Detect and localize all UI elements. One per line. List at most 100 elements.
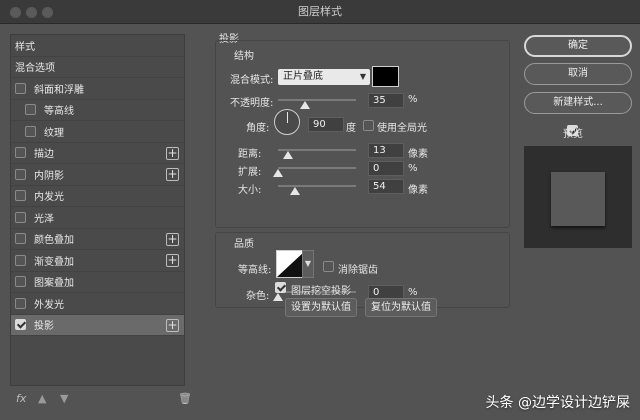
watermark-text: 头条 @边学设计边铲屎 [485, 395, 630, 411]
blend-mode-label: 混合模式: [230, 75, 274, 86]
blend-mode-value: 正片叠底 [283, 71, 323, 82]
angle-label: 角度: [246, 123, 270, 134]
set-default-button[interactable]: 设置为默认值 [285, 298, 357, 317]
style-item[interactable]: 内发光 [11, 186, 184, 207]
title-bar: 图层样式 [0, 0, 640, 24]
style-item[interactable]: 投影 + [11, 314, 184, 336]
style-item-checkbox[interactable] [15, 147, 26, 159]
style-item[interactable]: 等高线 [11, 100, 184, 121]
distance-unit: 像素 [408, 149, 428, 160]
new-style-button[interactable]: 新建样式... [524, 92, 632, 114]
global-light-label: 使用全局光 [377, 123, 427, 134]
size-input[interactable]: 54 [368, 179, 404, 194]
style-item-label: 样式 [15, 41, 35, 53]
quality-title: 品质 [234, 239, 254, 250]
size-label: 大小: [238, 185, 262, 196]
styles-list: 样式 混合选项 斜面和浮雕 等高线 纹理 描边 + 内阴影 + 内发光 光泽 颜色叠加 + 渐变叠加 + 图案… [10, 34, 185, 386]
add-effect-icon[interactable]: + [166, 232, 179, 246]
spread-slider-track[interactable] [278, 167, 356, 169]
minimize-window-button[interactable] [26, 7, 37, 18]
arrow-down-icon[interactable]: ▼ [60, 392, 68, 405]
style-item-label: 等高线 [44, 106, 74, 118]
style-item-checkbox[interactable] [25, 125, 36, 137]
style-item-checkbox[interactable] [15, 211, 26, 223]
zoom-window-button[interactable] [42, 7, 53, 18]
chevron-down-icon: ▼ [359, 72, 366, 81]
arrow-up-icon[interactable]: ▲ [38, 392, 46, 405]
style-item-checkbox[interactable] [25, 104, 36, 116]
style-item-checkbox[interactable] [15, 190, 26, 202]
style-item-label: 图案叠加 [34, 278, 74, 290]
style-item-checkbox[interactable] [15, 276, 26, 288]
structure-group: 结构 混合模式: 正片叠底 ▼ 不透明度: 35 % 角度: 90 度 使用全局… [215, 40, 510, 228]
style-item[interactable]: 纹理 [11, 121, 184, 143]
distance-label: 距离: [238, 149, 262, 160]
contour-dropdown-button[interactable]: ▼ [302, 250, 314, 278]
style-item-checkbox[interactable] [15, 297, 26, 309]
style-item-label: 外发光 [34, 299, 64, 311]
style-item[interactable]: 渐变叠加 + [11, 250, 184, 272]
style-item-checkbox[interactable] [15, 168, 26, 180]
opacity-slider-knob[interactable] [300, 101, 311, 109]
noise-slider-knob[interactable] [273, 293, 283, 301]
spread-slider-knob[interactable] [273, 169, 283, 177]
close-window-button[interactable] [10, 7, 21, 18]
style-item[interactable]: 样式 [11, 35, 184, 57]
style-item[interactable]: 图案叠加 [11, 272, 184, 293]
shadow-color-swatch[interactable] [372, 66, 399, 87]
style-preview [524, 146, 632, 248]
fx-menu-button[interactable]: fx [16, 392, 26, 405]
angle-input[interactable]: 90 [308, 117, 344, 132]
angle-dial[interactable] [274, 109, 300, 135]
spread-input[interactable]: 0 [368, 161, 404, 176]
spread-unit: % [408, 163, 418, 174]
style-item-label: 颜色叠加 [34, 235, 74, 247]
noise-unit: % [408, 287, 418, 298]
contour-label: 等高线: [238, 265, 272, 276]
cancel-button[interactable]: 取消 [524, 63, 632, 85]
style-item-label: 内阴影 [34, 170, 64, 182]
style-item[interactable]: 斜面和浮雕 [11, 78, 184, 100]
add-effect-icon[interactable]: + [166, 168, 179, 181]
angle-unit: 度 [346, 123, 356, 134]
style-item[interactable]: 外发光 [11, 293, 184, 315]
add-effect-icon[interactable]: + [166, 254, 179, 267]
style-item-label: 描边 [34, 149, 54, 161]
preview-swatch [551, 172, 605, 226]
style-item-checkbox[interactable] [15, 319, 26, 331]
global-light-checkbox[interactable] [363, 120, 374, 131]
spread-label: 扩展: [238, 167, 262, 178]
size-slider-knob[interactable] [289, 187, 300, 195]
distance-input[interactable]: 13 [368, 143, 404, 158]
style-item[interactable]: 光泽 [11, 207, 184, 229]
style-item-checkbox[interactable] [15, 254, 26, 266]
opacity-slider-track[interactable] [278, 99, 356, 101]
reset-default-button[interactable]: 复位为默认值 [365, 298, 437, 317]
style-item-label: 斜面和浮雕 [34, 84, 84, 96]
style-item-checkbox[interactable] [15, 233, 26, 245]
style-item[interactable]: 内阴影 + [11, 164, 184, 186]
style-item[interactable]: 描边 + [11, 143, 184, 164]
add-effect-icon[interactable]: + [166, 318, 179, 332]
trash-icon[interactable]: 🗑 [178, 392, 192, 405]
opacity-input[interactable]: 35 [368, 93, 404, 108]
structure-title: 结构 [234, 51, 254, 62]
knockout-label: 图层挖空投影 [291, 286, 351, 297]
ok-button[interactable]: 确定 [524, 35, 632, 57]
style-item-label: 混合选项 [15, 63, 55, 75]
noise-label: 杂色: [246, 291, 270, 302]
style-item-label: 内发光 [34, 192, 64, 204]
distance-slider-knob[interactable] [283, 151, 294, 159]
style-item[interactable]: 颜色叠加 + [11, 229, 184, 250]
size-unit: 像素 [408, 185, 428, 196]
style-item[interactable]: 混合选项 [11, 57, 184, 78]
knockout-checkbox[interactable] [275, 282, 286, 293]
blend-mode-select[interactable]: 正片叠底 ▼ [278, 69, 370, 85]
style-item-label: 光泽 [34, 213, 54, 225]
antialias-label: 消除锯齿 [338, 265, 378, 276]
style-item-checkbox[interactable] [15, 82, 26, 94]
style-item-label: 投影 [34, 321, 54, 333]
add-effect-icon[interactable]: + [166, 146, 179, 160]
antialias-checkbox[interactable] [323, 261, 334, 272]
quality-group: 品质 等高线: ▼ 消除锯齿 杂色: 0 % [215, 232, 510, 308]
